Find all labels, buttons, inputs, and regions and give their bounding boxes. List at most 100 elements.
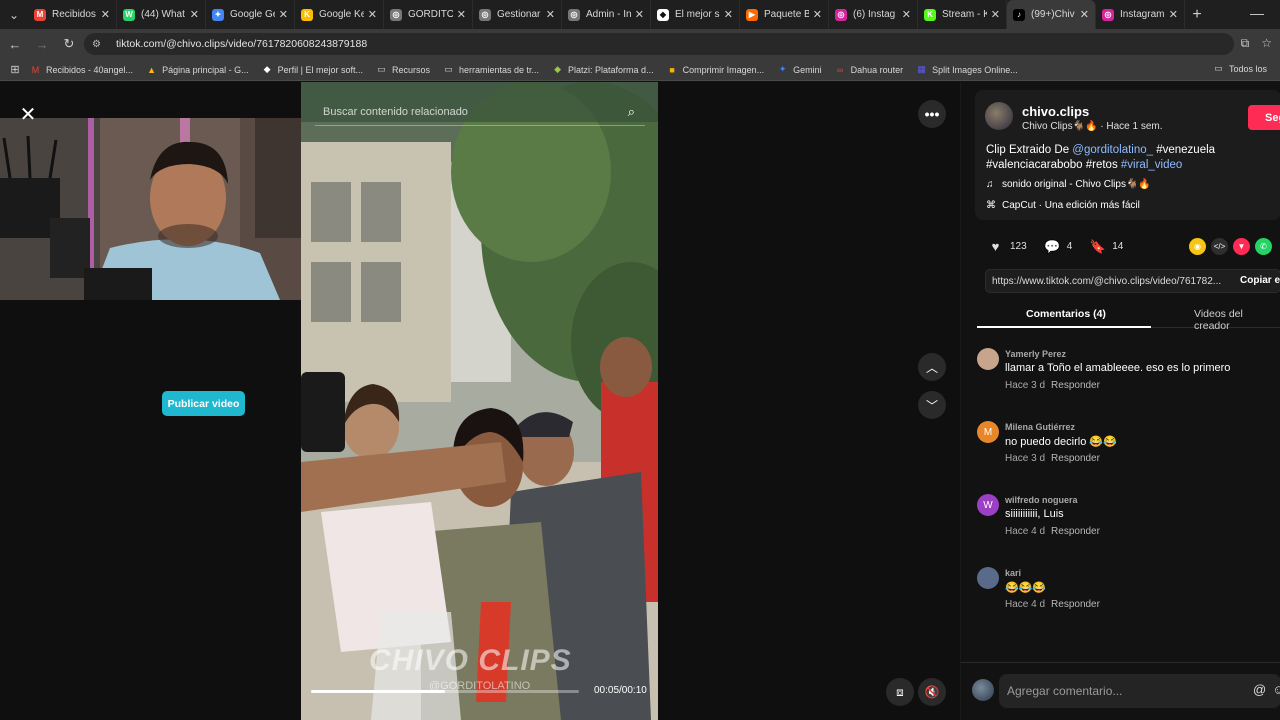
browser-tab[interactable]: ◎ (6) Instag ✕ (829, 0, 918, 29)
forward-button[interactable]: → (30, 32, 54, 56)
bookmark-item[interactable]: ▲ Página principal - G... (146, 64, 249, 75)
more-options-button[interactable]: ••• (918, 100, 946, 128)
author-avatar[interactable] (985, 102, 1013, 130)
commenter-name[interactable]: Milena Gutiérrez (1005, 422, 1075, 432)
like-button[interactable]: ♥ 123 (987, 238, 1027, 255)
follow-button[interactable]: Seg (1248, 105, 1280, 130)
reply-button[interactable]: Responder (1051, 453, 1100, 464)
apps-grid-icon[interactable]: ⊞ (0, 63, 30, 76)
mention-icon[interactable]: @ (1253, 682, 1266, 697)
comment-text: 😂😂😂 (1005, 582, 1047, 594)
commenter-name[interactable]: Yamerly Perez (1005, 349, 1066, 359)
tab-title: Stream - K (942, 9, 987, 20)
video-progress-bar[interactable] (311, 690, 579, 693)
browser-tab[interactable]: ◆ El mejor s ✕ (651, 0, 740, 29)
related-search-input[interactable]: Buscar contenido relacionado ⌕ (315, 98, 645, 126)
tab-creator-videos[interactable]: Videos del creador (1194, 308, 1280, 332)
reply-button[interactable]: Responder (1051, 526, 1100, 537)
hashtag-link[interactable]: #viral_video (1121, 159, 1182, 171)
save-button[interactable]: 🔖 14 (1089, 238, 1124, 255)
reply-button[interactable]: Responder (1051, 599, 1100, 610)
comment-button[interactable]: 💬 4 (1044, 238, 1072, 255)
browser-tab[interactable]: ◎ Admin - In ✕ (562, 0, 651, 29)
picture-in-picture-button[interactable]: ⧈ (886, 678, 914, 706)
author-name[interactable]: chivo.clips (1022, 104, 1089, 119)
comment-time: Hace 4 d (1005, 599, 1046, 610)
previous-video-button[interactable]: ︿ (918, 353, 946, 381)
browser-tab[interactable]: M Recibidos ✕ (28, 0, 117, 29)
url-field[interactable]: ⚙ tiktok.com/@chivo.clips/video/76178206… (84, 33, 1234, 55)
comment-input[interactable]: Agregar comentario... (999, 674, 1280, 708)
commenter-name[interactable]: kari (1005, 568, 1021, 578)
browser-tab[interactable]: K Google Ke ✕ (295, 0, 384, 29)
commenter-name[interactable]: wilfredo noguera (1005, 495, 1078, 505)
close-tab-icon[interactable]: ✕ (190, 8, 199, 21)
bookmark-other-folder[interactable]: ▭ Todos los (1213, 63, 1280, 74)
bookmark-label: Perfil | El mejor soft... (277, 64, 363, 75)
close-tab-icon[interactable]: ✕ (279, 8, 288, 21)
copy-link-button[interactable]: Copiar en (1240, 275, 1280, 286)
bookmark-item[interactable]: M Recibidos - 40angel... (30, 64, 133, 75)
close-tab-icon[interactable]: ✕ (1080, 8, 1089, 21)
search-icon[interactable]: ⌕ (628, 104, 635, 120)
tab-comments[interactable]: Comentarios (4) (1026, 308, 1106, 320)
close-tab-icon[interactable]: ✕ (457, 8, 466, 21)
mute-button[interactable]: 🔇 (918, 678, 946, 706)
bookmark-item[interactable]: ▦ Split Images Online... (916, 64, 1017, 75)
next-video-button[interactable]: ﹀ (918, 391, 946, 419)
close-tab-icon[interactable]: ✕ (991, 8, 1000, 21)
bookmark-item[interactable]: ◆ Perfil | El mejor soft... (262, 64, 363, 75)
tab-search-button[interactable]: ⌄ (0, 0, 28, 29)
browser-tab[interactable]: ◎ GORDITO ✕ (384, 0, 473, 29)
chevron-down-icon: ⌄ (8, 7, 20, 22)
commenter-avatar[interactable]: W (977, 494, 999, 516)
close-tab-icon[interactable]: ✕ (635, 8, 644, 21)
url-text: tiktok.com/@chivo.clips/video/7617820608… (116, 38, 368, 50)
browser-tab[interactable]: K Stream - K ✕ (918, 0, 1007, 29)
bookmark-item[interactable]: ∞ Dahua router (835, 64, 903, 75)
browser-tab[interactable]: ♪ (99+)Chiv ✕ (1007, 0, 1096, 29)
browser-tab[interactable]: ▶ Paquete B ✕ (740, 0, 829, 29)
close-tab-icon[interactable]: ✕ (902, 8, 911, 21)
minimize-button[interactable]: — (1250, 5, 1264, 21)
close-tab-icon[interactable]: ✕ (101, 8, 110, 21)
bookmark-item[interactable]: ▭ Recursos (376, 64, 430, 75)
bookmark-item[interactable]: ▭ herramientas de tr... (443, 64, 539, 75)
tab-title: Google Ge (230, 9, 275, 20)
music-link[interactable]: ♫ sonido original - Chivo Clips🐐🔥 (986, 179, 1151, 190)
back-button[interactable]: ← (3, 32, 27, 56)
mention-link[interactable]: @gorditolatino_ (1072, 144, 1153, 156)
publish-video-button[interactable]: Publicar video (162, 391, 245, 416)
browser-tab[interactable]: ◎ Instagram ✕ (1096, 0, 1185, 29)
bookmark-label: Comprimir Imagen... (682, 64, 765, 75)
close-tab-icon[interactable]: ✕ (546, 8, 555, 21)
commenter-avatar[interactable] (977, 348, 999, 370)
embed-icon[interactable]: </> (1211, 238, 1228, 255)
reply-button[interactable]: Responder (1051, 380, 1100, 391)
video-player[interactable]: Buscar contenido relacionado ⌕ CHIVO CLI… (301, 82, 658, 720)
video-link-field[interactable]: https://www.tiktok.com/@chivo.clips/vide… (985, 269, 1280, 293)
capcut-link[interactable]: ⌘ CapCut · Una edición más fácil (986, 200, 1140, 211)
bookmark-item[interactable]: ◆ Platzi: Plataforma d... (552, 64, 654, 75)
close-tab-icon[interactable]: ✕ (1169, 8, 1178, 21)
bookmark-item[interactable]: ■ Comprimir Imagen... (667, 64, 765, 75)
commenter-avatar[interactable]: M (977, 421, 999, 443)
friends-share-icon[interactable]: ◉ (1189, 238, 1206, 255)
bookmark-star-icon[interactable]: ☆ (1261, 36, 1272, 51)
browser-tab[interactable]: ✦ Google Ge ✕ (206, 0, 295, 29)
new-tab-button[interactable]: + (1185, 6, 1209, 24)
browser-tab[interactable]: W (44) What ✕ (117, 0, 206, 29)
reload-button[interactable]: ↻ (57, 32, 81, 56)
close-tab-icon[interactable]: ✕ (724, 8, 733, 21)
commenter-avatar[interactable] (977, 567, 999, 589)
close-tab-icon[interactable]: ✕ (813, 8, 822, 21)
site-settings-icon[interactable]: ⚙ (92, 39, 106, 50)
install-app-icon[interactable]: ⧉ (1241, 36, 1250, 51)
bookmark-item[interactable]: ✦ Gemini (777, 64, 822, 75)
close-video-button[interactable]: ✕ (14, 100, 42, 128)
browser-tab[interactable]: ◎ Gestionar ✕ (473, 0, 562, 29)
send-icon[interactable]: ▼ (1233, 238, 1250, 255)
whatsapp-icon[interactable]: ✆ (1255, 238, 1272, 255)
emoji-icon[interactable]: ☺ (1272, 682, 1280, 697)
close-tab-icon[interactable]: ✕ (368, 8, 377, 21)
